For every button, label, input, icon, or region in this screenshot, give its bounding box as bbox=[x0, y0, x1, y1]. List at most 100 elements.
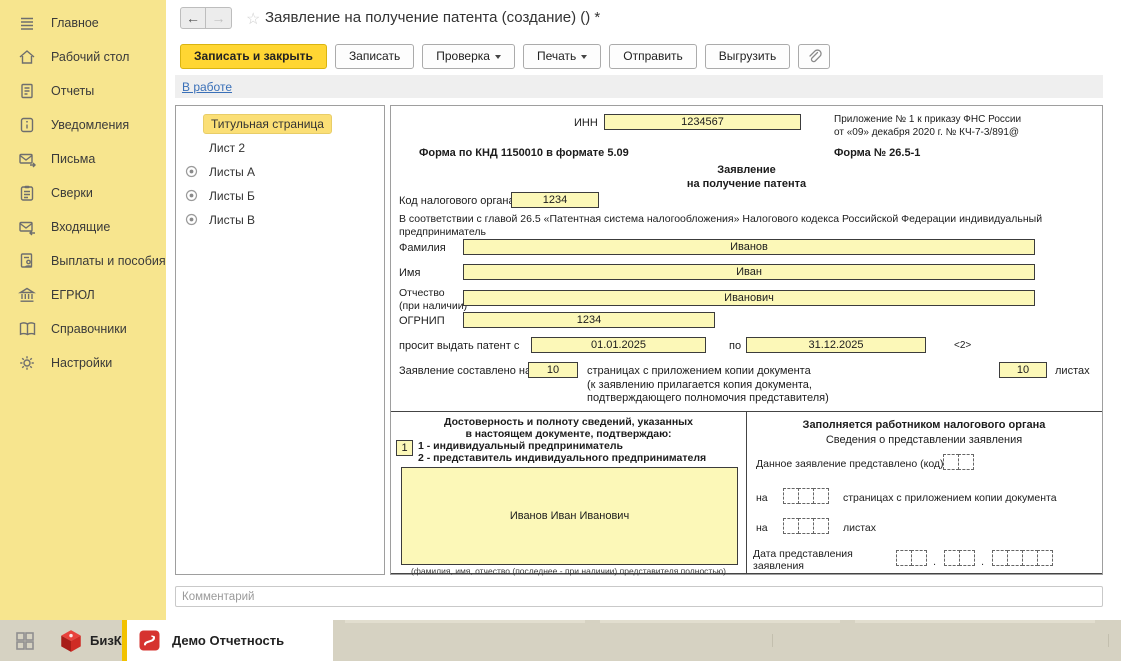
confirm-option1: 1 - индивидуальный предприниматель bbox=[418, 440, 623, 452]
sidebar-item-main[interactable]: Главное bbox=[0, 6, 166, 40]
sidebar-item-label: Настройки bbox=[51, 356, 112, 370]
mail-out-icon bbox=[16, 148, 38, 170]
appendix-note-line2: от «09» декабря 2020 г. № КЧ-7-3/891@ bbox=[834, 126, 1099, 139]
confirm-code-field[interactable]: 1 bbox=[396, 440, 413, 456]
save-button[interactable]: Записать bbox=[335, 44, 414, 69]
input-cell bbox=[783, 518, 799, 534]
active-window-label: Демо Отчетность bbox=[172, 633, 284, 648]
input-cell bbox=[896, 550, 912, 566]
print-menu-button[interactable]: Печать bbox=[523, 44, 601, 69]
form-title-line1: Заявление bbox=[391, 164, 1102, 176]
forward-arrow-icon: → bbox=[212, 10, 226, 26]
date-year-cells[interactable] bbox=[992, 550, 1053, 566]
pages-field[interactable]: 10 bbox=[528, 362, 578, 378]
tax-authority-field[interactable]: 1234 bbox=[511, 192, 599, 208]
patent-from-field[interactable]: 01.01.2025 bbox=[531, 337, 706, 353]
back-button[interactable]: ← bbox=[180, 7, 206, 29]
expand-icon[interactable] bbox=[185, 189, 198, 202]
forward-button[interactable]: → bbox=[206, 7, 232, 29]
print-label: Печать bbox=[537, 49, 576, 63]
chevron-down-icon bbox=[495, 55, 501, 59]
tree-item-sheets-b[interactable]: Листы Б bbox=[176, 184, 384, 208]
sidebar-item-payments[interactable]: Выплаты и пособия bbox=[0, 244, 166, 278]
sidebar-item-letters[interactable]: Письма bbox=[0, 142, 166, 176]
sidebar-item-settings[interactable]: Настройки bbox=[0, 346, 166, 380]
official-pages-text: страницах с приложением копии документа bbox=[843, 492, 1057, 504]
paperclip-icon bbox=[806, 48, 822, 64]
form-title-line2: на получение патента bbox=[391, 178, 1102, 190]
tree-item-sheets-v[interactable]: Листы В bbox=[176, 208, 384, 232]
sidebar-item-reports[interactable]: Отчеты bbox=[0, 74, 166, 108]
taskbar-separator bbox=[600, 620, 840, 623]
expand-icon[interactable] bbox=[185, 165, 198, 178]
page-title: Заявление на получение патента (создание… bbox=[265, 9, 600, 26]
date-day-cells[interactable] bbox=[896, 550, 927, 566]
signer-name-field[interactable]: Иванов Иван Иванович bbox=[401, 467, 738, 565]
patent-from-label: просит выдать патент с bbox=[399, 340, 519, 352]
date-month-cells[interactable] bbox=[944, 550, 975, 566]
taskbar-tick bbox=[772, 634, 773, 647]
official-on-sheets-label: на bbox=[756, 522, 768, 534]
taskbar-separator bbox=[345, 620, 585, 623]
tree-item-label: Листы А bbox=[209, 165, 255, 179]
tree-item-title-page[interactable]: Титульная страница bbox=[176, 112, 384, 136]
input-cell bbox=[1037, 550, 1053, 566]
check-menu-button[interactable]: Проверка bbox=[422, 44, 515, 69]
confirm-header-line2: в настоящем документе, подтверждаю: bbox=[391, 428, 746, 440]
sidebar-item-reconciliations[interactable]: Сверки bbox=[0, 176, 166, 210]
comment-input[interactable] bbox=[175, 586, 1103, 607]
submitted-code-cells[interactable] bbox=[943, 454, 974, 470]
bizkub-logo-icon[interactable] bbox=[58, 628, 84, 659]
favorite-star-icon[interactable]: ☆ bbox=[246, 9, 260, 29]
expand-icon[interactable] bbox=[185, 213, 198, 226]
tree-item-sheet-2[interactable]: Лист 2 bbox=[176, 136, 384, 160]
tree-item-label: Титульная страница bbox=[203, 114, 332, 134]
confirm-header-line1: Достоверность и полноту сведений, указан… bbox=[391, 416, 746, 428]
input-cell bbox=[813, 488, 829, 504]
export-button[interactable]: Выгрузить bbox=[705, 44, 791, 69]
active-window-tab[interactable]: Демо Отчетность bbox=[122, 620, 333, 661]
attachments-button[interactable] bbox=[798, 44, 830, 69]
save-and-close-button[interactable]: Записать и закрыть bbox=[180, 44, 327, 69]
official-pages-cells[interactable] bbox=[783, 488, 829, 504]
middlename-field[interactable]: Иванович bbox=[463, 290, 1035, 306]
apps-grid-button[interactable] bbox=[16, 632, 34, 655]
input-cell bbox=[959, 550, 975, 566]
patent-to-field[interactable]: 31.12.2025 bbox=[746, 337, 926, 353]
save-and-close-label: Записать и закрыть bbox=[194, 49, 313, 63]
home-icon bbox=[16, 46, 38, 68]
firstname-field[interactable]: Иван bbox=[463, 264, 1035, 280]
submission-date-label-line2: заявления bbox=[753, 560, 853, 572]
official-sheets-text: листах bbox=[843, 522, 876, 534]
back-arrow-icon: ← bbox=[186, 10, 200, 26]
official-sheets-cells[interactable] bbox=[783, 518, 829, 534]
tree-item-sheets-a[interactable]: Листы А bbox=[176, 160, 384, 184]
send-button[interactable]: Отправить bbox=[609, 44, 697, 69]
status-link[interactable]: В работе bbox=[182, 80, 232, 94]
toolbar: Записать и закрыть Записать Проверка Печ… bbox=[166, 42, 1121, 70]
sidebar-item-label: Письма bbox=[51, 152, 95, 166]
sheets-field[interactable]: 10 bbox=[999, 362, 1047, 378]
payments-icon bbox=[16, 250, 38, 272]
sidebar-item-egrul[interactable]: ЕГРЮЛ bbox=[0, 278, 166, 312]
ogrnip-field[interactable]: 1234 bbox=[463, 312, 715, 328]
sidebar: ГлавноеРабочий стол Отчеты Уведомления Пись… bbox=[0, 0, 166, 620]
sidebar-item-label: Отчеты bbox=[51, 84, 94, 98]
check-label: Проверка bbox=[436, 49, 490, 63]
lastname-field[interactable]: Иванов bbox=[463, 239, 1035, 255]
tax-authority-label: Код налогового органа bbox=[399, 195, 515, 207]
input-cell bbox=[911, 550, 927, 566]
taskbar: БизКуб Демо Отчетность bbox=[0, 620, 1121, 661]
input-cell bbox=[943, 454, 959, 470]
middlename-label: Отчество (при наличии) bbox=[399, 287, 467, 313]
sidebar-item-inbox[interactable]: Входящие bbox=[0, 210, 166, 244]
sidebar-item-directories[interactable]: Справочники bbox=[0, 312, 166, 346]
sidebar-item-notifications[interactable]: Уведомления bbox=[0, 108, 166, 142]
inn-field[interactable]: 1234567 bbox=[604, 114, 801, 130]
status-strip: В работе bbox=[175, 75, 1103, 98]
book-icon bbox=[16, 318, 38, 340]
sidebar-item-desktop[interactable]: Рабочий стол bbox=[0, 40, 166, 74]
appendix-note-line1: Приложение № 1 к приказу ФНС России bbox=[834, 113, 1099, 126]
input-cell bbox=[944, 550, 960, 566]
knd-line: Форма по КНД 1150010 в формате 5.09 bbox=[419, 147, 629, 159]
